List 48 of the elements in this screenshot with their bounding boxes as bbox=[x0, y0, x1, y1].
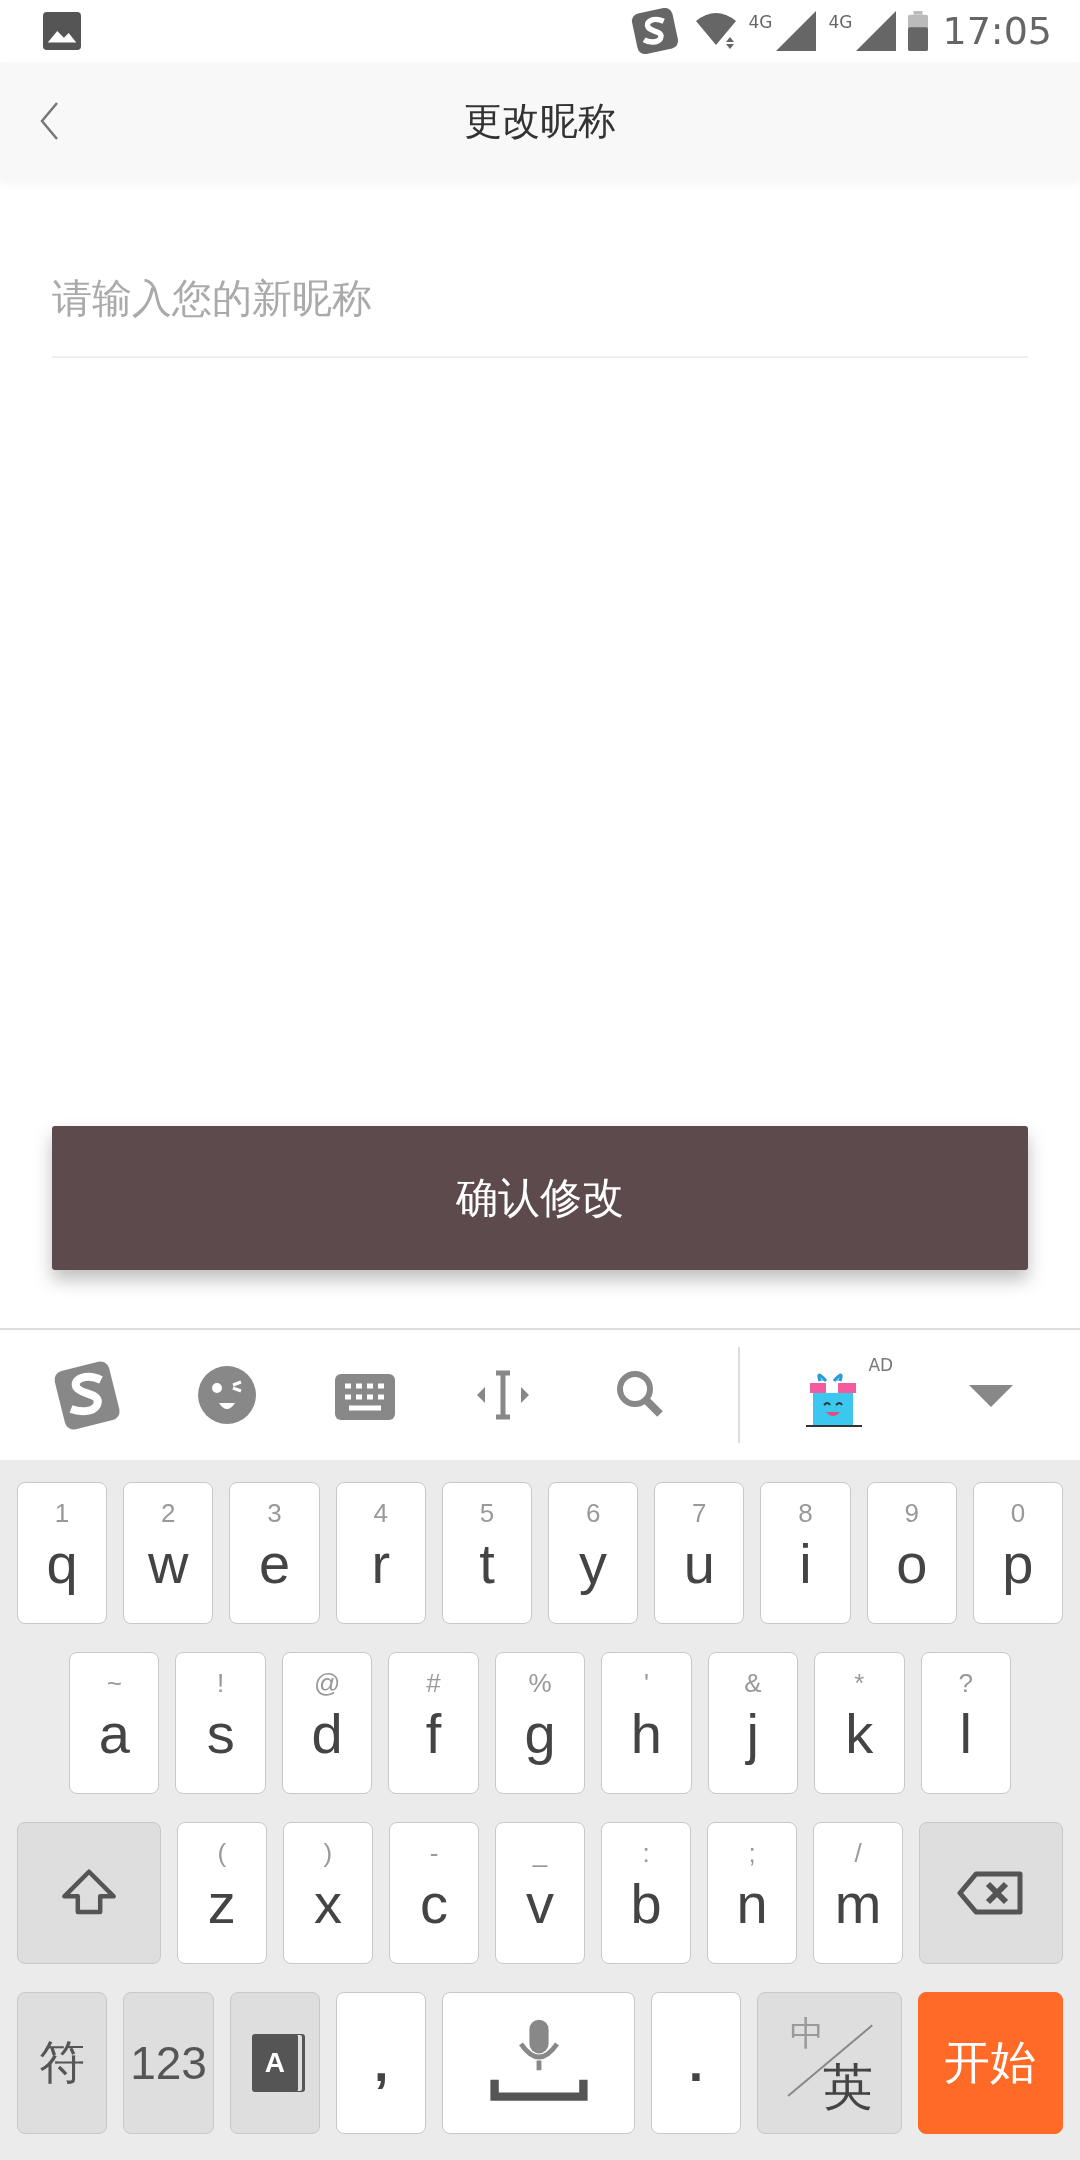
network-label: 4G bbox=[748, 12, 773, 32]
letter-key[interactable]: / m bbox=[813, 1822, 904, 1964]
shift-key[interactable] bbox=[17, 1822, 161, 1964]
letter-key[interactable]: ! s bbox=[175, 1652, 266, 1794]
letter-key[interactable]: @ d bbox=[281, 1652, 373, 1794]
letter-key[interactable]: 0 p bbox=[972, 1482, 1064, 1624]
letter-key[interactable]: - c bbox=[388, 1822, 479, 1964]
back-icon[interactable] bbox=[38, 101, 60, 141]
letter-key[interactable]: 5 t bbox=[441, 1482, 532, 1624]
letter-key[interactable]: 7 u bbox=[654, 1482, 745, 1624]
wifi-icon bbox=[694, 11, 739, 51]
dictionary-key[interactable]: A bbox=[229, 1992, 321, 2134]
letter-key[interactable]: ? l bbox=[920, 1652, 1011, 1794]
letter-key[interactable]: & j bbox=[707, 1652, 799, 1794]
letter-key[interactable]: : b bbox=[601, 1822, 692, 1964]
punctuation-key[interactable]: , bbox=[336, 1992, 427, 2134]
function-key[interactable]: 符 bbox=[17, 1992, 108, 2134]
letter-key[interactable]: ) x bbox=[282, 1822, 373, 1964]
letter-key[interactable]: 1 q bbox=[17, 1482, 108, 1624]
confirm-button[interactable]: 确认修改 bbox=[52, 1126, 1028, 1270]
letter-key[interactable]: 8 i bbox=[760, 1482, 851, 1624]
clock-time: 17:05 bbox=[942, 9, 1052, 53]
signal-icon bbox=[776, 11, 817, 51]
letter-key[interactable]: # f bbox=[388, 1652, 479, 1794]
letter-key[interactable]: 9 o bbox=[866, 1482, 957, 1624]
letter-key[interactable]: ~ a bbox=[69, 1652, 160, 1794]
letter-key[interactable]: 6 y bbox=[548, 1482, 639, 1624]
letter-key[interactable]: * k bbox=[814, 1652, 905, 1794]
gallery-icon bbox=[43, 12, 81, 50]
letter-key[interactable]: _ v bbox=[495, 1822, 586, 1964]
space-key[interactable] bbox=[442, 1992, 635, 2134]
letter-key[interactable]: 2 w bbox=[123, 1482, 214, 1624]
nickname-input-field[interactable]: 请输入您的新昵称 bbox=[52, 240, 1028, 358]
language-switch-key[interactable]: 中 英 bbox=[757, 1992, 902, 2134]
battery-icon bbox=[908, 11, 929, 51]
ad-label: AD bbox=[868, 1355, 894, 1375]
letter-key[interactable]: ' h bbox=[601, 1652, 692, 1794]
letter-key[interactable]: 4 r bbox=[335, 1482, 426, 1624]
letter-key[interactable]: 3 e bbox=[229, 1482, 320, 1624]
function-key[interactable]: 123 bbox=[123, 1992, 214, 2134]
letter-key[interactable]: ; n bbox=[707, 1822, 798, 1964]
backspace-key[interactable] bbox=[919, 1822, 1063, 1964]
page-title: 更改昵称 bbox=[464, 97, 616, 145]
letter-key[interactable]: % g bbox=[494, 1652, 586, 1794]
punctuation-key[interactable]: . bbox=[650, 1992, 742, 2134]
letter-key[interactable]: ( z bbox=[176, 1822, 267, 1964]
network-label: 4G bbox=[828, 12, 853, 32]
signal-icon bbox=[856, 11, 897, 51]
